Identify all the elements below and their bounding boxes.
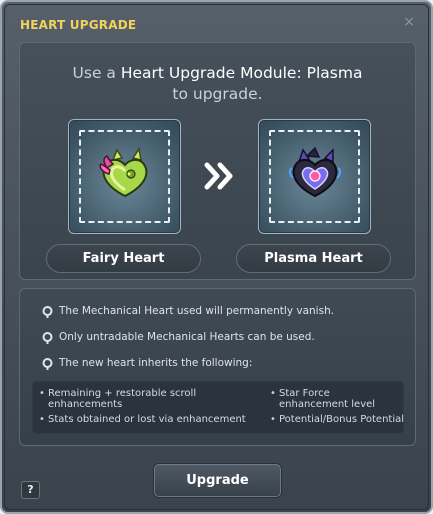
rule-item: Only untradable Mechanical Hearts can be…: [42, 331, 315, 344]
instruction-prefix: Use a: [72, 64, 121, 82]
bullet: •: [39, 414, 45, 425]
bullet: •: [270, 388, 276, 399]
pin-icon: [42, 306, 53, 318]
target-heart-name: Plasma Heart: [236, 244, 391, 273]
upgrade-button[interactable]: Upgrade: [154, 464, 281, 497]
instruction-line-2: to upgrade.: [172, 85, 263, 103]
rule-text: The Mechanical Heart used will permanent…: [59, 305, 335, 317]
rule-text: Only untradable Mechanical Hearts can be…: [59, 331, 315, 343]
source-heart-slot[interactable]: [68, 119, 181, 234]
module-name: Heart Upgrade Module: Plasma: [120, 64, 363, 82]
rule-item: The Mechanical Heart used will permanent…: [42, 305, 335, 318]
target-heart-slot[interactable]: [258, 119, 371, 234]
heart-upgrade-window: HEART UPGRADE × Use a Heart Upgrade Modu…: [0, 0, 433, 514]
inherited-attribute: • Potential/Bonus Potential: [270, 414, 405, 425]
inherited-attribute-text: Potential/Bonus Potential: [279, 414, 405, 425]
help-button[interactable]: ?: [21, 481, 40, 499]
inherited-attribute: • Stats obtained or lost via enhancement: [39, 414, 269, 425]
fairy-heart-icon: [99, 147, 148, 198]
inherited-attribute: • Star Force enhancement level: [270, 388, 400, 410]
inherited-attribute-text: Stats obtained or lost via enhancement: [48, 414, 246, 425]
inherited-attribute-text: Star Force enhancement level: [279, 388, 376, 410]
inherited-attribute-text: Remaining + restorable scroll enhancemen…: [48, 388, 197, 410]
window-title: HEART UPGRADE: [20, 18, 137, 32]
instruction-line-1: Use a Heart Upgrade Module: Plasma: [20, 64, 415, 82]
inherited-attributes-list: • Remaining + restorable scroll enhanceme…: [32, 381, 404, 434]
bullet: •: [270, 414, 276, 425]
rule-item: The new heart inherits the following:: [42, 357, 253, 370]
pin-icon: [42, 332, 53, 344]
plasma-heart-icon: [288, 146, 342, 198]
rule-text: The new heart inherits the following:: [59, 357, 253, 369]
inherited-attribute: • Remaining + restorable scroll enhanceme…: [39, 388, 259, 410]
source-heart-name: Fairy Heart: [46, 244, 201, 273]
close-icon[interactable]: ×: [403, 15, 415, 29]
double-chevron-right-icon: [204, 162, 233, 190]
info-panel: The Mechanical Heart used will permanent…: [19, 288, 416, 446]
pin-icon: [42, 358, 53, 370]
upgrade-preview-panel: Use a Heart Upgrade Module: Plasma to up…: [19, 42, 416, 280]
bullet: •: [39, 388, 45, 399]
